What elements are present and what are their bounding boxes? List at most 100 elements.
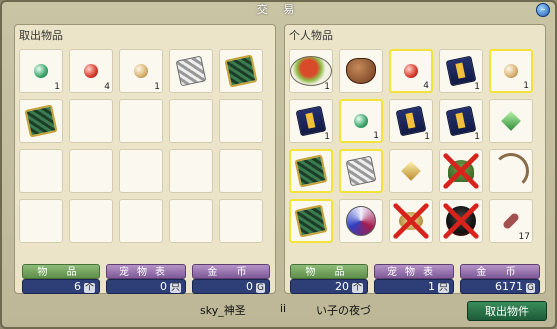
blue-card-icon — [295, 105, 327, 137]
item-quantity: 17 — [518, 232, 530, 242]
green-orb-icon — [354, 114, 368, 128]
item-quantity: 1 — [474, 82, 480, 92]
personal-slot[interactable]: 4 — [389, 49, 433, 93]
withdraw-slot[interactable] — [19, 199, 63, 243]
window-title: 交 易 — [256, 3, 301, 16]
withdraw-slot[interactable] — [219, 149, 263, 193]
personal-slot[interactable]: 1 — [289, 99, 333, 143]
personal-pets-count-label: 宠物表 — [374, 264, 454, 279]
green-orb-icon — [34, 64, 48, 78]
key-icon — [501, 211, 521, 231]
pets-count-value: 0只 — [106, 279, 186, 294]
item-quantity: 4 — [104, 82, 110, 92]
items-count-label: 物 品 — [22, 264, 100, 279]
withdraw-slot[interactable] — [119, 99, 163, 143]
withdraw-slot[interactable] — [219, 199, 263, 243]
withdraw-panel: 取出物品 1 4 1 — [14, 24, 276, 294]
trade-window: 交 易 – 取出物品 1 4 1 个人物品 1 4 1 1 1 1 1 1 17 物 品 宠物表 金… — [0, 0, 557, 329]
withdraw-slot[interactable] — [169, 49, 213, 93]
personal-slot[interactable] — [339, 199, 383, 243]
pets-count-label: 宠物表 — [106, 264, 186, 279]
player-name-right: い子の夜づ — [316, 304, 371, 317]
player-name-left: sky_神圣 — [200, 304, 246, 317]
withdraw-slot[interactable]: 1 — [19, 49, 63, 93]
red-orb-icon — [84, 64, 98, 78]
personal-pets-count-value: 1只 — [374, 279, 454, 294]
bow-icon — [493, 153, 529, 189]
personal-slot[interactable] — [489, 149, 533, 193]
green-gem-icon — [501, 111, 521, 131]
personal-slot[interactable]: 1 — [289, 49, 333, 93]
personal-panel-title: 个人物品 — [289, 29, 333, 42]
tan-orb-icon — [134, 64, 148, 78]
item-quantity: 1 — [373, 131, 379, 141]
green-card-icon — [24, 104, 58, 138]
withdraw-slot[interactable]: 1 — [119, 49, 163, 93]
withdraw-items-button[interactable]: 取出物件 — [467, 301, 547, 321]
item-quantity: 1 — [154, 82, 160, 92]
personal-slot[interactable]: 1 — [489, 49, 533, 93]
withdraw-slot[interactable] — [119, 149, 163, 193]
item-quantity: 1 — [424, 132, 430, 142]
withdraw-slot[interactable] — [169, 199, 213, 243]
personal-items-count-value: 20 个 — [290, 279, 368, 294]
personal-slot[interactable] — [289, 149, 333, 193]
personal-slot[interactable]: 1 — [439, 99, 483, 143]
untradeable-x-icon — [443, 153, 479, 189]
close-icon[interactable]: – — [536, 3, 550, 17]
personal-slot[interactable] — [289, 199, 333, 243]
withdraw-slot[interactable] — [19, 149, 63, 193]
chocolate-icon — [346, 58, 376, 84]
green-card-icon — [224, 54, 258, 88]
withdraw-slot[interactable] — [169, 149, 213, 193]
red-orb-icon — [404, 64, 418, 78]
silver-card-icon — [345, 155, 377, 187]
personal-slot[interactable]: 1 — [439, 49, 483, 93]
personal-slot[interactable]: 1 — [339, 99, 383, 143]
personal-gold-value: 6171 G — [460, 279, 540, 294]
gold-value-input[interactable]: 0G — [192, 279, 270, 294]
withdraw-slot[interactable] — [69, 199, 113, 243]
withdraw-slot[interactable] — [119, 199, 163, 243]
gold-label: 金 币 — [192, 264, 270, 279]
personal-slot[interactable]: 1 — [389, 99, 433, 143]
personal-slot[interactable] — [489, 99, 533, 143]
withdraw-slot[interactable] — [19, 99, 63, 143]
personal-slot[interactable] — [389, 199, 433, 243]
swirl-orb-icon — [346, 206, 376, 236]
personal-slot[interactable]: 17 — [489, 199, 533, 243]
withdraw-panel-title: 取出物品 — [19, 29, 63, 42]
personal-slot[interactable] — [439, 199, 483, 243]
withdraw-slot[interactable] — [69, 149, 113, 193]
personal-slot[interactable] — [439, 149, 483, 193]
personal-items-count-label: 物 品 — [290, 264, 368, 279]
green-card-icon — [294, 154, 328, 188]
gold-gem-icon — [401, 161, 421, 181]
items-count-value: 6个 — [22, 279, 100, 294]
withdraw-slot[interactable] — [169, 99, 213, 143]
green-card-icon — [294, 204, 328, 238]
personal-slot[interactable] — [339, 49, 383, 93]
item-quantity: 1 — [324, 132, 330, 142]
withdraw-slot[interactable] — [219, 49, 263, 93]
item-quantity: 1 — [523, 81, 529, 91]
withdraw-slot[interactable] — [219, 99, 263, 143]
blue-card-icon — [445, 55, 477, 87]
item-quantity: 1 — [54, 82, 60, 92]
item-quantity: 1 — [324, 82, 330, 92]
withdraw-slot[interactable]: 4 — [69, 49, 113, 93]
silver-card-icon — [175, 55, 207, 87]
personal-slot[interactable] — [389, 149, 433, 193]
blue-card-icon — [445, 105, 477, 137]
personal-panel: 个人物品 1 4 1 1 1 1 1 1 17 — [284, 24, 546, 294]
blue-card-icon — [395, 105, 427, 137]
item-quantity: 1 — [474, 132, 480, 142]
item-quantity: 4 — [423, 81, 429, 91]
untradeable-x-icon — [443, 203, 479, 239]
untradeable-x-icon — [393, 203, 429, 239]
withdraw-slot[interactable] — [69, 99, 113, 143]
personal-gold-label: 金 币 — [460, 264, 540, 279]
personal-slot[interactable] — [339, 149, 383, 193]
tan-orb-icon — [504, 64, 518, 78]
separator-text: ii — [280, 302, 287, 315]
